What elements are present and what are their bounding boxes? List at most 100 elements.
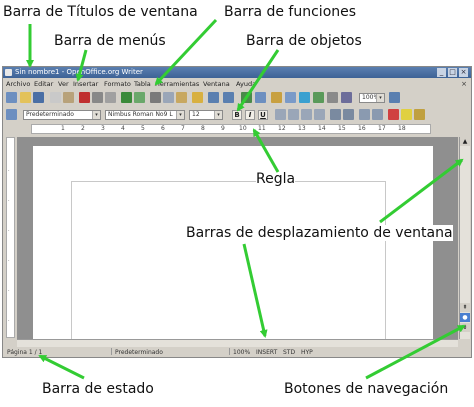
menu-formato[interactable]: Formato: [104, 79, 131, 89]
ruler-tick: 8: [201, 125, 205, 132]
paragraph-style-select[interactable]: Predeterminado ▾: [23, 110, 101, 120]
nonprinting-chars-icon[interactable]: [341, 92, 352, 103]
ruler-tick: 9: [221, 125, 225, 132]
copy-icon[interactable]: [163, 92, 174, 103]
document-close-icon[interactable]: ×: [461, 79, 467, 89]
decrease-indent-icon[interactable]: [359, 109, 370, 120]
label-object-bar: Barra de objetos: [246, 33, 362, 49]
show-draw-icon[interactable]: [271, 92, 282, 103]
ruler-tick: 15: [338, 125, 346, 132]
spellcheck-icon[interactable]: [121, 92, 132, 103]
zoom-select[interactable]: 100% ▾: [359, 93, 385, 103]
ruler-tick: 5: [141, 125, 145, 132]
next-page-icon[interactable]: ⇟: [460, 323, 470, 332]
ruler-tick: 4: [121, 125, 125, 132]
underline-button[interactable]: U: [258, 110, 268, 120]
background-color-icon[interactable]: [414, 109, 425, 120]
status-selection-mode[interactable]: STD: [283, 348, 295, 357]
menu-ayuda[interactable]: Ayuda: [236, 79, 256, 89]
label-title-bar: Barra de Títulos de ventana: [3, 4, 198, 20]
find-replace-icon[interactable]: [285, 92, 296, 103]
edit-file-icon[interactable]: [63, 92, 74, 103]
close-button[interactable]: ×: [459, 68, 468, 77]
navigation-icon[interactable]: ●: [460, 313, 470, 322]
object-toolbar: Predeterminado ▾ Nimbus Roman No9 L ▾ 12…: [3, 107, 471, 123]
ruler-tick: 18: [398, 125, 406, 132]
gallery-icon[interactable]: [313, 92, 324, 103]
horizontal-ruler[interactable]: 1 2 3 4 5 6 7 8 9 10 11 12 13 14 15 16 1…: [31, 124, 431, 134]
hyperlink-icon[interactable]: [241, 92, 252, 103]
status-hyperlink-mode[interactable]: HYP: [301, 348, 313, 357]
status-page: Página 1 / 1: [7, 349, 43, 356]
arrow-status-bar: [38, 354, 85, 380]
menu-ver[interactable]: Ver: [58, 79, 69, 89]
numbering-icon[interactable]: [330, 109, 341, 120]
menu-herramientas[interactable]: Herramientas: [155, 79, 199, 89]
print-icon[interactable]: [92, 92, 103, 103]
document-page[interactable]: [33, 146, 433, 339]
format-paintbrush-icon[interactable]: [192, 92, 203, 103]
redo-icon[interactable]: [223, 92, 234, 103]
styles-formatting-icon[interactable]: [6, 109, 17, 120]
data-sources-icon[interactable]: [327, 92, 338, 103]
ruler-tick: 6: [161, 125, 165, 132]
justify-icon[interactable]: [314, 109, 325, 120]
table-icon[interactable]: [255, 92, 266, 103]
menu-insertar[interactable]: Insertar: [73, 79, 98, 89]
ruler-tick: 17: [378, 125, 386, 132]
save-icon[interactable]: [33, 92, 44, 103]
window-controls: _ □ ×: [437, 68, 468, 77]
font-name-value: Nimbus Roman No9 L: [108, 111, 173, 118]
font-name-select[interactable]: Nimbus Roman No9 L ▾: [105, 110, 185, 120]
cut-icon[interactable]: [150, 92, 161, 103]
status-bar: Página 1 / 1 Predeterminado 100% INSERT …: [3, 348, 471, 357]
status-insert-mode[interactable]: INSERT: [256, 348, 277, 357]
align-center-icon[interactable]: [288, 109, 299, 120]
align-left-icon[interactable]: [275, 109, 286, 120]
bold-button[interactable]: B: [232, 110, 242, 120]
ruler-tick: 7: [181, 125, 185, 132]
help-icon[interactable]: [389, 92, 400, 103]
label-status-bar: Barra de estado: [42, 381, 154, 397]
window-title: Sin nombre1 - OpenOffice.org Writer: [15, 68, 143, 76]
undo-icon[interactable]: [208, 92, 219, 103]
text-boundary: [71, 181, 386, 339]
menu-bar: Archivo Editar Ver Insertar Formato Tabl…: [3, 79, 471, 89]
menu-archivo[interactable]: Archivo: [6, 79, 30, 89]
prev-page-icon[interactable]: ⇞: [460, 303, 470, 312]
font-color-icon[interactable]: [388, 109, 399, 120]
label-scrollbars: Barras de desplazamiento de ventana: [186, 225, 453, 241]
label-function-bar: Barra de funciones: [224, 4, 357, 20]
italic-button[interactable]: I: [245, 110, 255, 120]
vertical-scrollbar[interactable]: ▲ ⇞ ● ⇟: [459, 137, 470, 339]
vertical-ruler[interactable]: · · · · · ·: [6, 137, 15, 338]
highlight-icon[interactable]: [401, 109, 412, 120]
menu-editar[interactable]: Editar: [34, 79, 53, 89]
font-size-select[interactable]: 12 ▾: [189, 110, 223, 120]
status-style: Predeterminado: [115, 349, 163, 356]
ruler-tick: 10: [239, 125, 247, 132]
minimize-button[interactable]: _: [437, 68, 446, 77]
increase-indent-icon[interactable]: [372, 109, 383, 120]
email-icon[interactable]: [50, 92, 61, 103]
bullets-icon[interactable]: [343, 109, 354, 120]
menu-tabla[interactable]: Tabla: [134, 79, 151, 89]
export-pdf-icon[interactable]: [79, 92, 90, 103]
font-size-value: 12: [192, 111, 200, 118]
paragraph-style-value: Predeterminado: [26, 111, 74, 118]
navigator-icon[interactable]: [299, 92, 310, 103]
paste-icon[interactable]: [176, 92, 187, 103]
ruler-tick: 16: [358, 125, 366, 132]
open-icon[interactable]: [20, 92, 31, 103]
new-document-icon[interactable]: [6, 92, 17, 103]
align-right-icon[interactable]: [301, 109, 312, 120]
scroll-up-icon[interactable]: ▲: [460, 137, 470, 146]
title-bar[interactable]: Sin nombre1 - OpenOffice.org Writer _ □ …: [3, 67, 471, 78]
horizontal-scrollbar[interactable]: [17, 339, 458, 347]
print-preview-icon[interactable]: [105, 92, 116, 103]
ruler-tick: 1: [61, 125, 65, 132]
maximize-button[interactable]: □: [448, 68, 457, 77]
menu-ventana[interactable]: Ventana: [203, 79, 230, 89]
autospellcheck-icon[interactable]: [134, 92, 145, 103]
ruler-tick: 12: [278, 125, 286, 132]
